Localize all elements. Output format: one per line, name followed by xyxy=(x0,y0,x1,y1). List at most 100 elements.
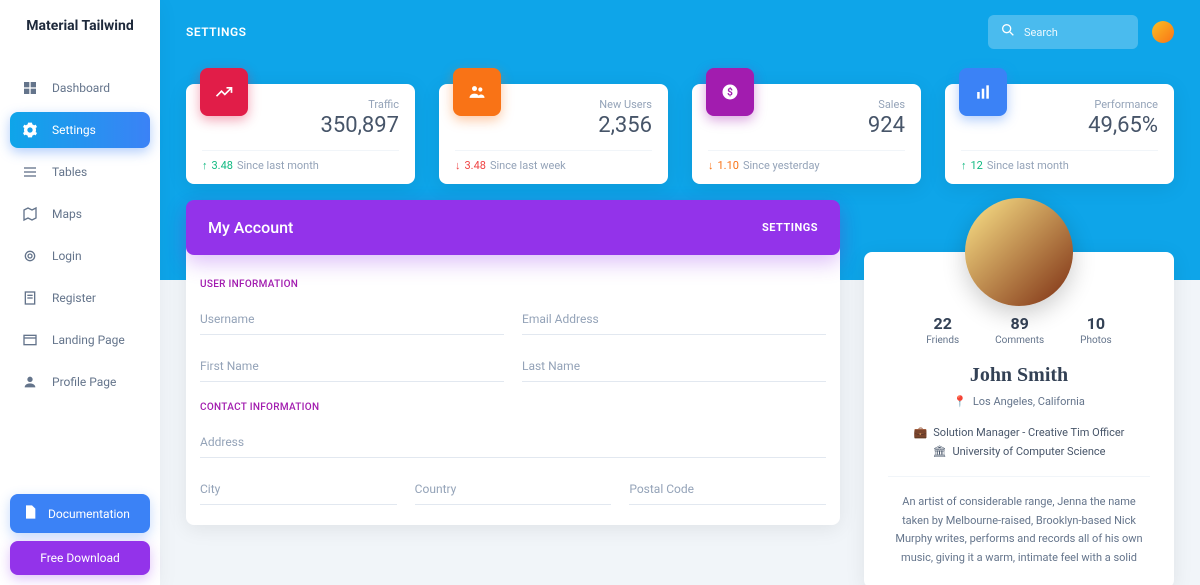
topbar: SETTINGS xyxy=(186,0,1174,64)
pin-icon: 📍 xyxy=(953,395,967,408)
arrow-down-icon: ↓ xyxy=(455,159,461,172)
profile-bio: An artist of considerable range, Jenna t… xyxy=(888,476,1150,568)
postal-field[interactable] xyxy=(629,478,826,505)
sidebar-item-label: Register xyxy=(52,291,96,305)
account-header: My Account SETTINGS xyxy=(186,200,840,255)
web-icon xyxy=(22,332,38,348)
settings-icon xyxy=(22,122,38,138)
email-input[interactable] xyxy=(522,308,826,330)
account-title: My Account xyxy=(208,218,293,237)
stat-photos-label: Photos xyxy=(1080,335,1112,346)
stat-card-performance: Performance49,65% ↑12Since last month xyxy=(945,84,1174,184)
sidebar: Material Tailwind Dashboard Settings Tab… xyxy=(0,0,160,585)
search-icon xyxy=(1000,22,1016,42)
stat-since: Since yesterday xyxy=(743,159,820,172)
documentation-button[interactable]: Documentation xyxy=(10,494,150,533)
profile-picture[interactable] xyxy=(965,198,1073,306)
profile-role: 💼Solution Manager - Creative Tim Officer xyxy=(888,426,1150,439)
profile-education: 🏛University of Computer Science xyxy=(888,445,1150,458)
chart-icon xyxy=(959,68,1007,116)
university-icon: 🏛 xyxy=(932,445,946,458)
person-icon xyxy=(22,374,38,390)
sidebar-item-register[interactable]: Register xyxy=(10,280,150,316)
stat-delta: 3.48 xyxy=(212,159,233,172)
lastname-input[interactable] xyxy=(522,355,826,377)
user-avatar[interactable] xyxy=(1152,21,1174,43)
country-input[interactable] xyxy=(415,478,612,500)
lastname-field[interactable] xyxy=(522,355,826,382)
stat-value: 2,356 xyxy=(455,113,652,138)
username-input[interactable] xyxy=(200,308,504,330)
firstname-field[interactable] xyxy=(200,355,504,382)
stat-card-sales: $ Sales924 ↓1.10Since yesterday xyxy=(692,84,921,184)
country-field[interactable] xyxy=(415,478,612,505)
stat-since: Since last week xyxy=(490,159,566,172)
stat-comments-num: 89 xyxy=(995,314,1044,333)
trend-icon xyxy=(200,68,248,116)
sidebar-item-profile[interactable]: Profile Page xyxy=(10,364,150,400)
doc-label: Documentation xyxy=(48,507,130,521)
sidebar-item-tables[interactable]: Tables xyxy=(10,154,150,190)
fingerprint-icon xyxy=(22,248,38,264)
stat-comments-label: Comments xyxy=(995,335,1044,346)
users-icon xyxy=(453,68,501,116)
stat-value: 350,897 xyxy=(202,113,399,138)
stat-card-users: New Users2,356 ↓3.48Since last week xyxy=(439,84,668,184)
sidebar-bottom: Documentation Free Download xyxy=(0,484,160,585)
stat-value: 924 xyxy=(708,113,905,138)
arrow-down-icon: ↓ xyxy=(708,159,714,172)
sidebar-item-label: Maps xyxy=(52,207,82,221)
stat-friends-num: 22 xyxy=(926,314,959,333)
brand-title: Material Tailwind xyxy=(0,0,160,54)
city-field[interactable] xyxy=(200,478,397,505)
sidebar-item-label: Login xyxy=(52,249,82,263)
search-input[interactable] xyxy=(1024,26,1126,39)
sidebar-item-dashboard[interactable]: Dashboard xyxy=(10,70,150,106)
sidebar-item-settings[interactable]: Settings xyxy=(10,112,150,148)
sidebar-item-login[interactable]: Login xyxy=(10,238,150,274)
table-icon xyxy=(22,164,38,180)
stat-friends-label: Friends xyxy=(926,335,959,346)
stat-value: 49,65% xyxy=(961,113,1158,138)
address-field[interactable] xyxy=(200,431,826,458)
stat-since: Since last month xyxy=(987,159,1069,172)
clipboard-icon xyxy=(22,290,38,306)
map-icon xyxy=(22,206,38,222)
free-download-button[interactable]: Free Download xyxy=(10,541,150,575)
sidebar-item-landing[interactable]: Landing Page xyxy=(10,322,150,358)
sidebar-item-label: Profile Page xyxy=(52,375,116,389)
stat-delta: 12 xyxy=(971,159,983,172)
briefcase-icon: 💼 xyxy=(914,426,928,439)
nav: Dashboard Settings Tables Maps Login Reg… xyxy=(0,54,160,484)
email-field[interactable] xyxy=(522,308,826,335)
firstname-input[interactable] xyxy=(200,355,504,377)
account-settings-button[interactable]: SETTINGS xyxy=(762,221,818,234)
address-input[interactable] xyxy=(200,431,826,453)
username-field[interactable] xyxy=(200,308,504,335)
money-icon: $ xyxy=(706,68,754,116)
doc-icon xyxy=(22,504,38,523)
stat-cards: Traffic350,897 ↑3.48Since last month New… xyxy=(186,84,1174,184)
account-card: My Account SETTINGS USER INFORMATION xyxy=(186,202,840,525)
postal-input[interactable] xyxy=(629,478,826,500)
stat-delta: 3.48 xyxy=(465,159,486,172)
profile-card: 22Friends 89Comments 10Photos John Smith… xyxy=(864,252,1174,585)
profile-name: John Smith xyxy=(888,364,1150,387)
stat-card-traffic: Traffic350,897 ↑3.48Since last month xyxy=(186,84,415,184)
sidebar-item-label: Tables xyxy=(52,165,87,179)
sidebar-item-label: Dashboard xyxy=(52,81,110,95)
stat-delta: 1.10 xyxy=(718,159,739,172)
sidebar-item-label: Settings xyxy=(52,123,96,137)
dashboard-icon xyxy=(22,80,38,96)
sidebar-item-label: Landing Page xyxy=(52,333,125,347)
section-contact-info: CONTACT INFORMATION xyxy=(200,402,826,413)
arrow-up-icon: ↑ xyxy=(961,159,967,172)
section-user-info: USER INFORMATION xyxy=(200,279,826,290)
profile-stats: 22Friends 89Comments 10Photos xyxy=(888,314,1150,346)
stat-since: Since last month xyxy=(237,159,319,172)
search-box[interactable] xyxy=(988,15,1138,49)
city-input[interactable] xyxy=(200,478,397,500)
arrow-up-icon: ↑ xyxy=(202,159,208,172)
svg-text:$: $ xyxy=(727,85,733,98)
sidebar-item-maps[interactable]: Maps xyxy=(10,196,150,232)
